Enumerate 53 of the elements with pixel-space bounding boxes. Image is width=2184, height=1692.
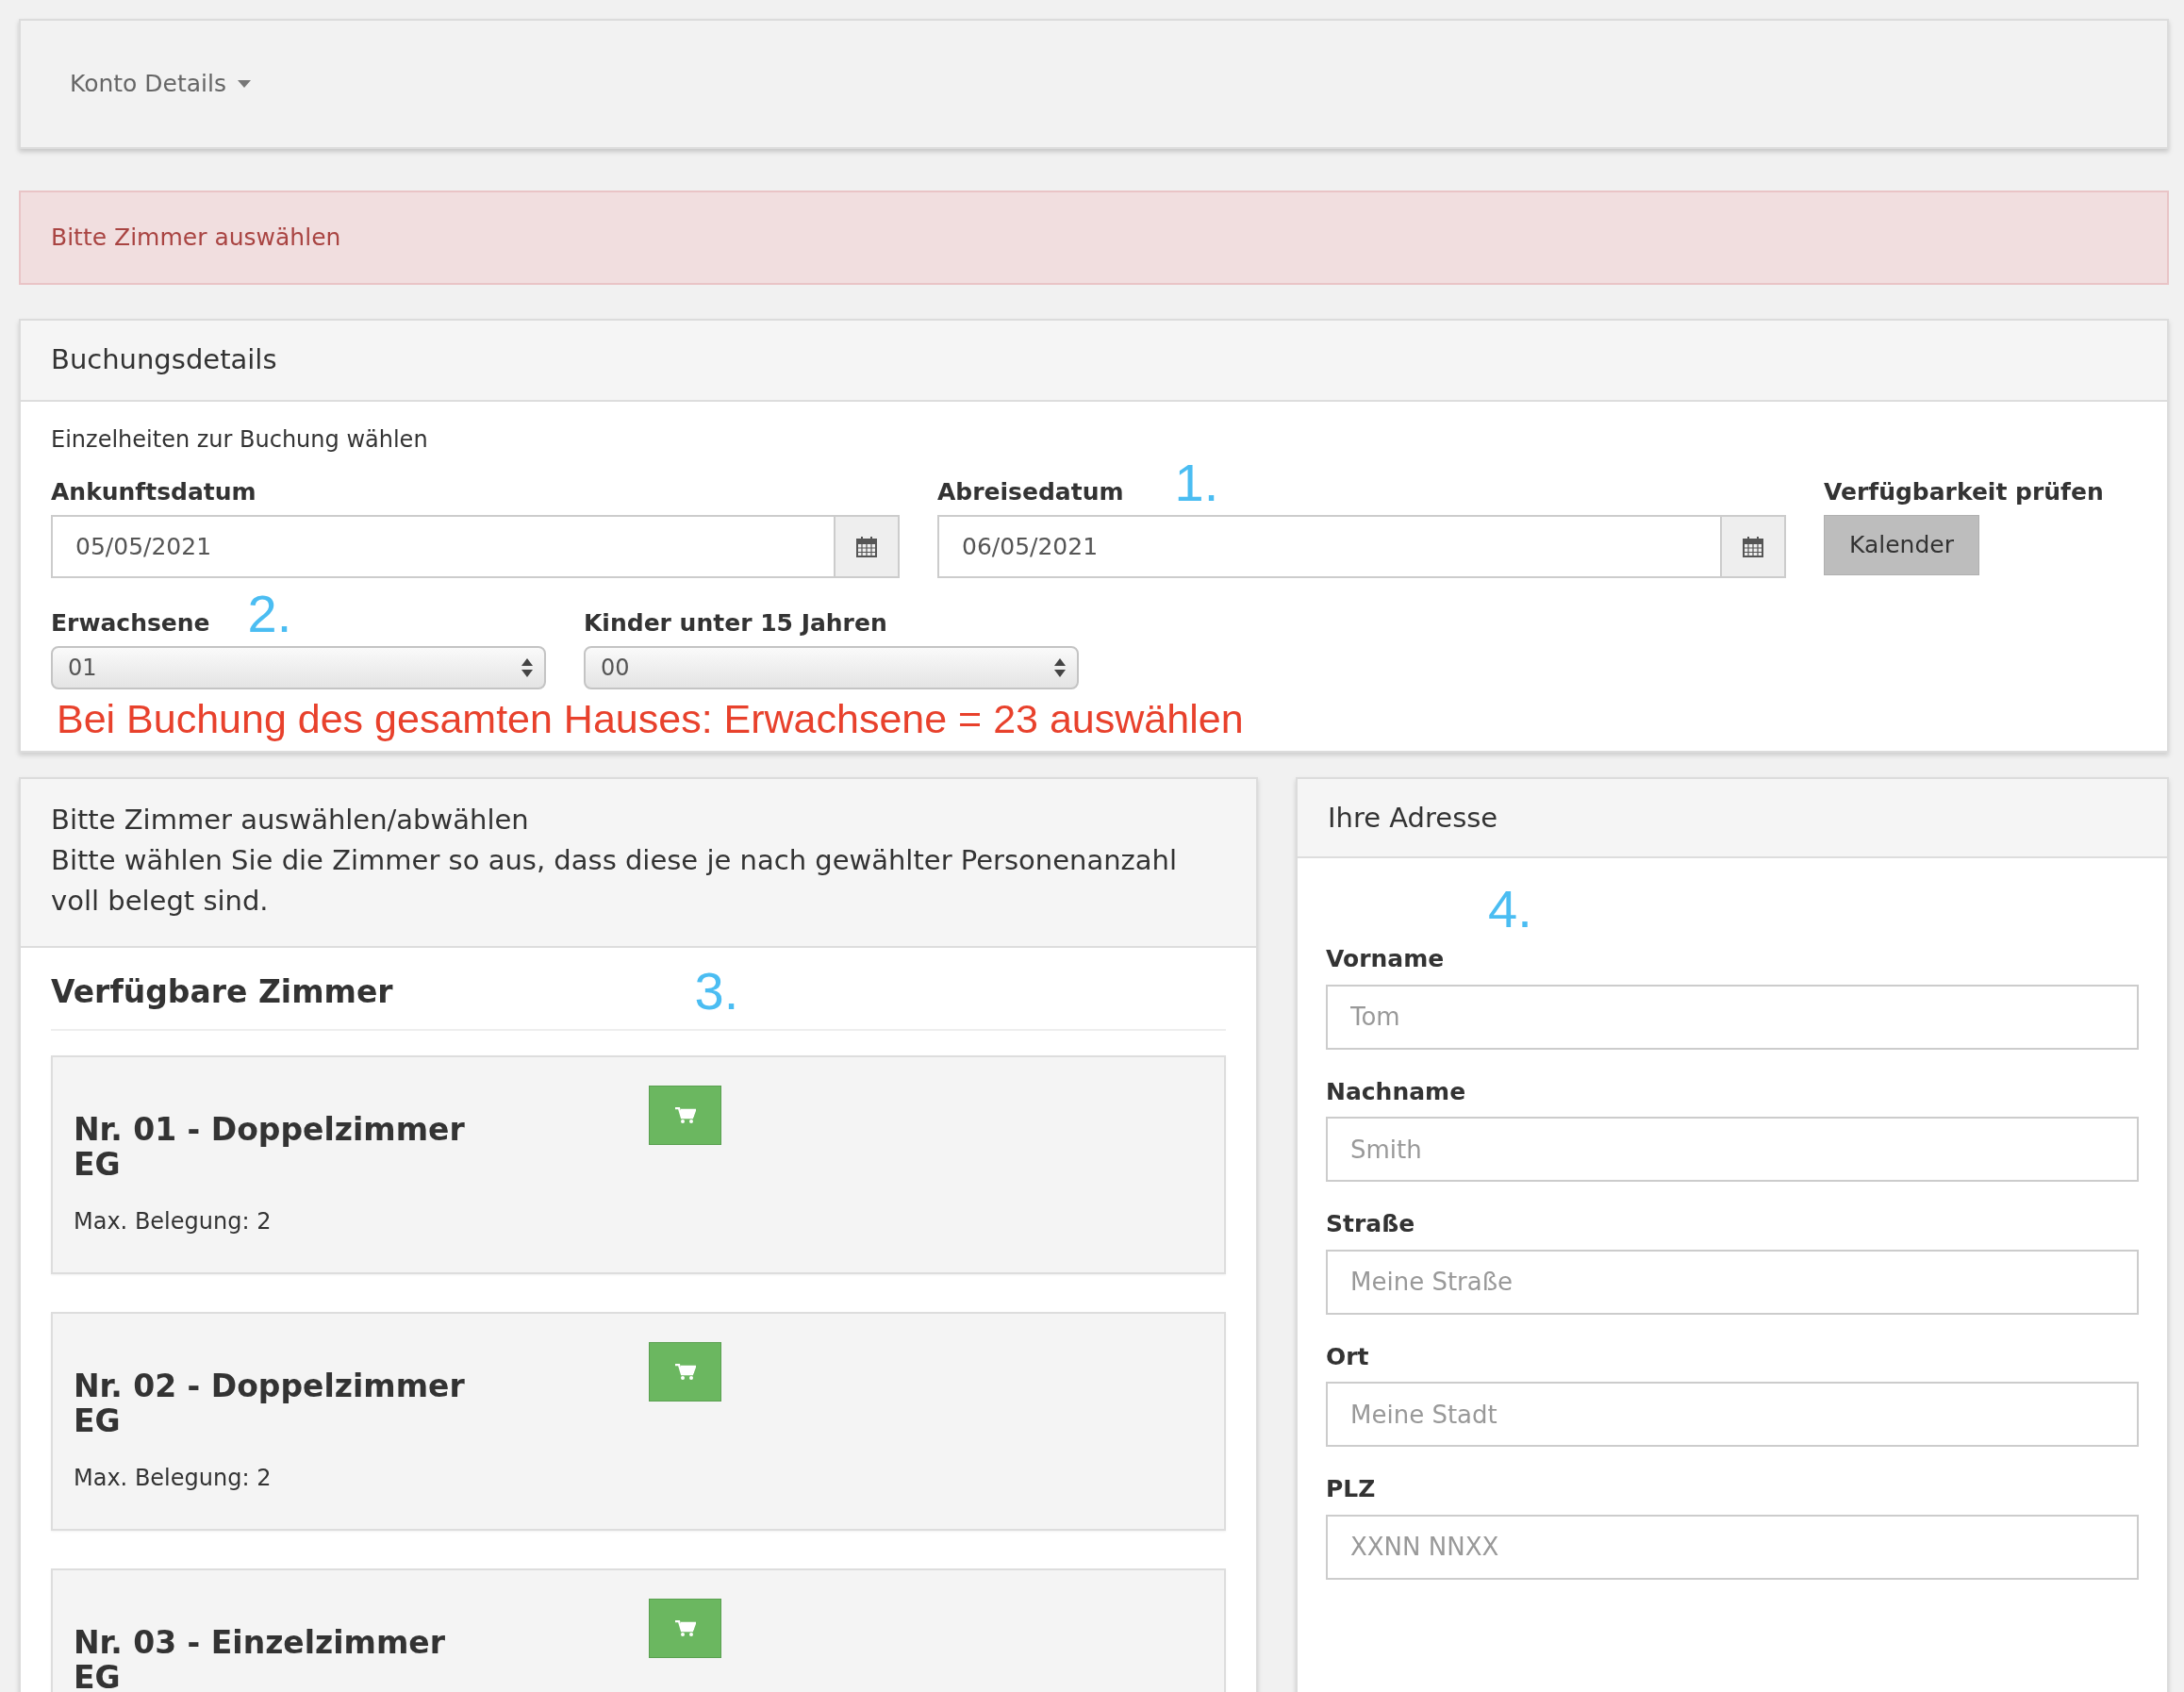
updown-icon (1054, 658, 1066, 677)
step-annotation: 3. (694, 965, 739, 1019)
capacity-text: Max. Belegung: 2 (74, 1207, 273, 1237)
calendar-button[interactable] (1721, 515, 1786, 578)
calendar-icon (1742, 536, 1763, 557)
step-annotation: 4. (1488, 883, 1533, 937)
room-title: Nr. 02 - Doppelzimmer (74, 1369, 466, 1404)
text-field[interactable]: Meine Straße (1326, 1249, 2139, 1315)
cart-icon (674, 1106, 696, 1124)
text-field[interactable]: Smith (1326, 1117, 2139, 1183)
field-label: Erwachsene (51, 607, 210, 639)
calendar-button[interactable] (835, 515, 900, 578)
room-floor: EG (74, 1147, 122, 1183)
calendar-button[interactable]: Kalender (1824, 515, 1979, 575)
add-to-cart-button[interactable] (649, 1342, 721, 1402)
alert-message: Bitte Zimmer auswählen (19, 191, 2169, 285)
text-field[interactable]: Meine Stadt (1326, 1382, 2139, 1448)
subtitle-text: Einzelheiten zur Buchung wählen (51, 425, 429, 455)
add-to-cart-button[interactable] (649, 1599, 721, 1659)
calendar-icon (855, 536, 877, 557)
room-floor: EG (74, 1403, 122, 1439)
instruction-text: Bitte wählen Sie die Zimmer so aus, dass diese je nach gewählter Personenanzahl voll belegt sind. (51, 843, 1179, 920)
select-field[interactable]: 01 (51, 646, 546, 689)
field-label: Abreisedatum (937, 476, 1124, 507)
room-floor: EG (74, 1660, 122, 1692)
panel-title: Buchungsdetails (51, 342, 277, 378)
caret-icon (238, 80, 251, 88)
field-label: Ankunftsdatum (51, 476, 256, 507)
field-label: Ort (1326, 1341, 1370, 1372)
field-label: Nachname (1326, 1076, 1467, 1107)
cart-icon (674, 1619, 696, 1637)
section-heading: Verfügbare Zimmer (51, 971, 393, 1012)
text-field[interactable]: Tom (1326, 984, 2139, 1050)
date-field[interactable]: 05/05/2021 (51, 515, 836, 578)
date-field[interactable]: 06/05/2021 (937, 515, 1722, 578)
add-to-cart-button[interactable] (649, 1086, 721, 1146)
capacity-text: Max. Belegung: 2 (74, 1464, 273, 1494)
field-label: Vorname (1326, 944, 1446, 975)
field-label: Kinder unter 15 Jahren (584, 607, 887, 639)
text-field[interactable]: XXNN NNXX (1326, 1514, 2139, 1580)
panel-title: Bitte Zimmer auswählen/abwählen (51, 803, 530, 838)
step-annotation: 2. (247, 588, 292, 640)
field-label: Verfügbarkeit prüfen (1824, 476, 2104, 507)
updown-icon (521, 658, 533, 677)
note-text: Bei Buchung des gesamten Hauses: Erwachsene = 23 auswählen (56, 697, 1245, 742)
cart-icon (674, 1363, 696, 1381)
field-label: PLZ (1326, 1474, 1377, 1505)
step-annotation: 1. (1174, 456, 1219, 509)
panel-title: Ihre Adresse (1328, 800, 1498, 836)
room-title: Nr. 03 - Einzelzimmer (74, 1625, 446, 1661)
field-label: Straße (1326, 1209, 1416, 1240)
select-field[interactable]: 00 (584, 646, 1079, 689)
room-title: Nr. 01 - Doppelzimmer (74, 1112, 466, 1148)
